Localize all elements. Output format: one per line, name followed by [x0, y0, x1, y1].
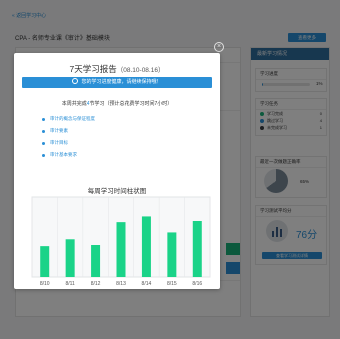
completed-task-list: 审计的概念与保证程度 审计要素 审计目标 审计基本要求	[42, 113, 95, 161]
task-list-item[interactable]: 审计目标	[42, 137, 95, 149]
task-label: 审计目标	[50, 140, 68, 145]
chart-x-tick-label: 8/15	[167, 281, 177, 287]
bullet-icon	[42, 129, 45, 133]
task-list-item[interactable]: 审计要素	[42, 125, 95, 137]
weekly-report-modal: 7天学习报告（08.10-08.16） 您的学习进度健康，请继续保持哦！ 本周共…	[14, 53, 220, 289]
chart-bar	[65, 239, 75, 277]
chart-x-tick-label: 8/12	[91, 281, 101, 287]
task-label: 审计要素	[50, 128, 68, 133]
status-banner-text: 您的学习进度健康，请继续保持哦！	[81, 79, 162, 85]
task-label: 审计基本要求	[50, 152, 77, 157]
bullet-icon	[42, 153, 45, 157]
chart-bar	[167, 232, 177, 277]
task-list-item[interactable]: 审计的概念与保证程度	[42, 113, 95, 125]
bullet-icon	[42, 141, 45, 145]
weekly-summary: 本周共完成4节学习（预计总花费学习时间7小时）	[14, 100, 220, 107]
chart-x-tick-label: 8/16	[192, 281, 202, 287]
chart-bar	[192, 221, 202, 277]
chart-bar	[141, 216, 151, 277]
summary-suffix: 节学习（预计总花费学习时间7小时）	[89, 101, 173, 107]
chart-x-tick-label: 8/11	[65, 281, 75, 287]
chart-bar	[116, 222, 126, 277]
smile-icon	[72, 78, 79, 84]
chart-x-tick-label: 8/13	[116, 281, 126, 287]
report-date-range: （08.10-08.16）	[116, 67, 165, 74]
chart-bar	[40, 246, 50, 277]
chart-bar	[91, 245, 101, 277]
bullet-icon	[42, 117, 45, 121]
report-title: 7天学习报告（08.10-08.16）	[14, 63, 220, 75]
weekly-study-time-bar-chart: 8/10 8/11 8/12 8/13 8/14 8/15 8/16	[31, 196, 211, 287]
chart-x-tick-label: 8/14	[142, 281, 152, 287]
task-list-item[interactable]: 审计基本要求	[42, 149, 95, 161]
task-label: 审计的概念与保证程度	[50, 116, 95, 121]
close-icon[interactable]: ×	[214, 42, 224, 52]
status-banner: 您的学习进度健康，请继续保持哦！	[22, 77, 212, 88]
report-title-text: 7天学习报告	[69, 64, 117, 74]
summary-prefix: 本周共完成	[61, 101, 87, 107]
chart-x-tick-label: 8/10	[40, 281, 50, 287]
